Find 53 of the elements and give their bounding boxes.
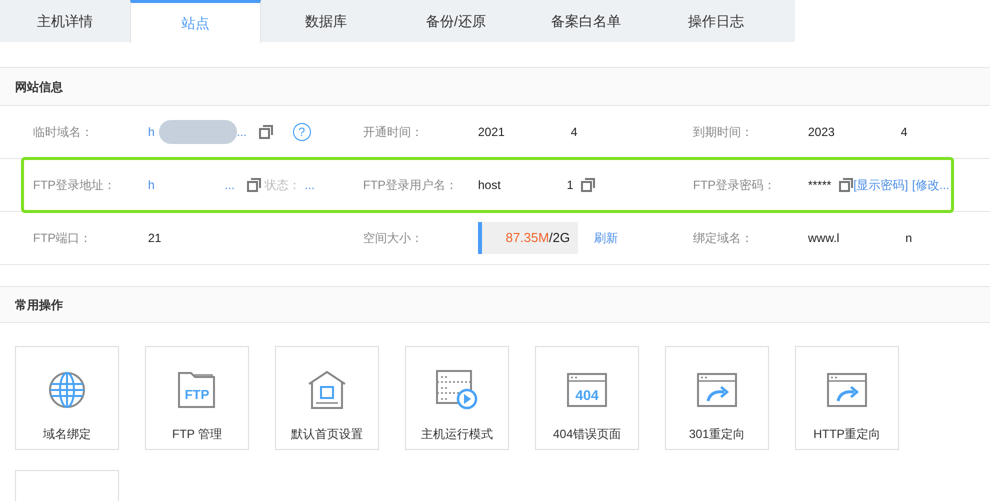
field-label: FTP登录用户名： xyxy=(362,177,459,194)
action-card[interactable]: 域名绑定 xyxy=(15,346,119,450)
value-text: ***** xyxy=(808,177,832,194)
value-text: www.l xyxy=(808,230,840,247)
value-text: 4 xyxy=(900,124,908,141)
action-label: FTP 管理 xyxy=(172,426,222,443)
tab[interactable]: 主机详情 xyxy=(0,0,130,42)
action-card[interactable]: 301重定向 xyxy=(665,346,769,450)
usage-text: 87.35M/2G xyxy=(506,229,570,248)
action-label: 404错误页面 xyxy=(552,426,622,443)
section-header: 网站信息 xyxy=(0,68,990,106)
copy-icon[interactable] xyxy=(246,178,261,192)
field-label: FTP登录地址： xyxy=(32,177,117,194)
action-label: 主机运行模式 xyxy=(421,426,493,443)
copy-icon[interactable] xyxy=(258,125,273,139)
action-label: 默认首页设置 xyxy=(291,426,363,443)
field-label: 空间大小： xyxy=(362,230,424,247)
value-text: n xyxy=(905,230,912,247)
redirect-page-icon xyxy=(697,373,737,407)
tab[interactable]: 操作日志 xyxy=(651,0,781,42)
tab[interactable]: 备份/还原 xyxy=(391,0,521,42)
field-label: 绑定域名： xyxy=(692,230,754,247)
field-label: 临时域名： xyxy=(32,124,94,141)
copy-icon[interactable] xyxy=(581,178,596,192)
value-text: 21 xyxy=(148,230,162,247)
value-text: 2023 xyxy=(808,124,835,141)
action-card[interactable]: HTTP重定向 xyxy=(795,346,899,450)
field-label: FTP登录密码： xyxy=(692,177,777,194)
value-text: 4 xyxy=(570,124,578,141)
action-label: HTTP重定向 xyxy=(813,426,881,443)
action-label: 301重定向 xyxy=(688,426,746,443)
error-page-icon: 404 xyxy=(567,373,607,407)
section-header: 常用操作 xyxy=(0,287,990,323)
copy-icon[interactable] xyxy=(839,178,854,192)
tab[interactable]: 备案白名单 xyxy=(521,0,651,42)
action-card[interactable]: FTP FTP 管理 xyxy=(145,346,249,450)
action-card[interactable]: 默认首页设置 xyxy=(275,346,379,450)
value-text: host xyxy=(478,177,501,194)
action-card[interactable]: 主机运行模式 xyxy=(405,346,509,450)
redirect-page-icon xyxy=(827,373,867,407)
action-label: 域名绑定 xyxy=(43,426,91,443)
house-icon xyxy=(307,371,347,409)
field-label: FTP端口： xyxy=(32,230,93,247)
field-label: 到期时间： xyxy=(692,124,754,141)
status-label: 状态： xyxy=(264,177,301,194)
value-text: 1 xyxy=(566,177,574,194)
field-label: 开通时间： xyxy=(362,124,424,141)
globe-icon xyxy=(48,371,86,409)
action-card[interactable]: 404 404错误页面 xyxy=(535,346,639,450)
ftp-folder-icon: FTP xyxy=(178,372,216,408)
tab[interactable]: 数据库 xyxy=(261,0,391,42)
server-play-icon xyxy=(436,370,478,410)
value-text: 2021 xyxy=(478,124,505,141)
